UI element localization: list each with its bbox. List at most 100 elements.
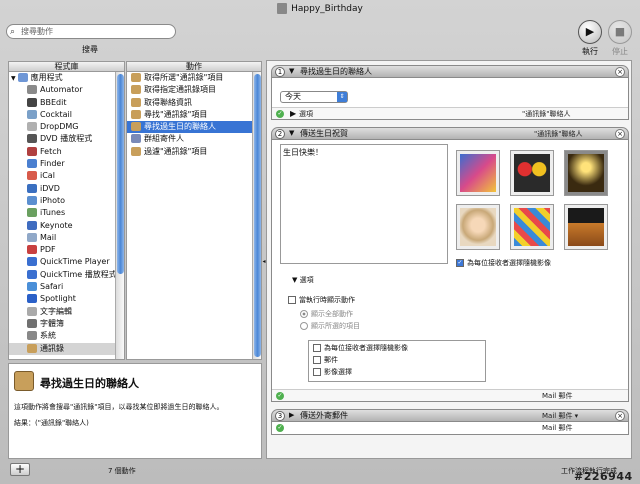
library-item-label: iTunes <box>40 208 66 218</box>
address-book-icon <box>131 73 141 82</box>
library-item[interactable]: Automator <box>9 84 124 96</box>
action-item[interactable]: 取得聯絡資訊 <box>127 97 261 109</box>
image-thumbnail[interactable] <box>456 204 500 250</box>
action-item[interactable]: 取得所選"通訊錄"項目 <box>127 72 261 84</box>
library-item-label: QuickTime 播放程式 <box>40 269 117 279</box>
library-list[interactable]: ▼ 應用程式 Automator BBEdit Cocktail DropDMG DVD 播… <box>8 71 125 360</box>
library-item[interactable]: iCal <box>9 170 124 182</box>
library-item[interactable]: ▼ 應用程式 <box>9 72 124 84</box>
library-item[interactable]: DVD 播放程式 <box>9 133 124 145</box>
balloons-image <box>514 154 550 192</box>
actions-scroll-thumb[interactable] <box>254 74 261 357</box>
action1-options-label[interactable]: 選項 <box>299 109 313 119</box>
close-icon[interactable]: × <box>615 129 625 139</box>
actions-scrollbar[interactable] <box>252 72 261 359</box>
stop-button[interactable]: ■ <box>608 20 632 44</box>
library-item[interactable]: BBEdit <box>9 97 124 109</box>
checkbox-checked-icon[interactable]: ✓ <box>456 259 464 267</box>
library-item[interactable]: 字體簿 <box>9 318 124 330</box>
collapse-triangle-icon[interactable]: ▶ <box>289 410 294 421</box>
actions-list[interactable]: 取得所選"通訊錄"項目 取得指定通訊錄項目取得聯絡資訊 尋找"通訊錄"項目 尋找過生日… <box>126 71 262 360</box>
collapse-triangle-icon[interactable]: ▼ <box>289 128 294 139</box>
close-icon[interactable]: × <box>615 411 625 421</box>
action-item-label: 取得指定通訊錄項目 <box>144 85 216 95</box>
action2-header[interactable]: 2 ▼ 傳送生日祝賀 "通訊錄"聯絡人 × <box>271 127 629 140</box>
search-icon: ⌕ <box>10 27 16 37</box>
option-items-list[interactable]: 為每位接收者選擇隨機影像 郵件 影像選擇 <box>308 340 486 382</box>
disclosure-triangle-icon[interactable]: ▼ <box>11 75 16 82</box>
library-item[interactable]: iDVD <box>9 183 124 195</box>
image-thumbnail[interactable] <box>510 150 554 196</box>
watermark: #226944 <box>574 470 633 483</box>
random-image-option[interactable]: ✓ 為每位接收者選擇隨機影像 <box>456 258 551 268</box>
address-book-icon <box>131 97 141 107</box>
action-item[interactable]: 尋找過生日的聯絡人 <box>127 121 261 134</box>
library-scroll-thumb[interactable] <box>117 74 124 274</box>
library-item[interactable]: QuickTime Player <box>9 256 124 268</box>
image-thumbnail[interactable] <box>564 204 608 250</box>
image-thumbnail[interactable] <box>456 150 500 196</box>
image-thumbnail[interactable] <box>564 150 608 196</box>
library-item[interactable]: iTunes <box>9 207 124 219</box>
keynote-icon <box>27 220 37 230</box>
option-item-label: 為每位接收者選擇隨機影像 <box>324 344 408 352</box>
description-title: 尋找過生日的聯絡人 <box>40 377 139 390</box>
iphoto-icon <box>27 195 37 205</box>
library-item[interactable]: Finder <box>9 158 124 170</box>
library-scrollbar[interactable] <box>115 72 124 359</box>
action-item[interactable]: 尋找"通訊錄"項目 <box>127 109 261 121</box>
library-item[interactable]: 文字編輯 <box>9 306 124 318</box>
show-when-run-option[interactable]: 當執行時顯示動作 <box>288 295 355 305</box>
date-select[interactable]: 今天 ⇕ <box>280 91 348 103</box>
action3-header[interactable]: 3 ▶ 傳送外寄郵件 Mail 郵件 ▾ × <box>271 409 629 422</box>
action-item[interactable]: 群組寄件人 <box>127 133 261 145</box>
date-select-value: 今天 <box>285 92 301 101</box>
disclosure-triangle-icon[interactable]: ▶ <box>290 109 296 118</box>
options-disclosure[interactable]: ▼ 選項 <box>292 275 314 285</box>
fetch-icon <box>27 146 37 156</box>
library-item-label: Safari <box>40 282 64 292</box>
library-item[interactable]: Cocktail <box>9 109 124 121</box>
checkbox-icon[interactable] <box>288 296 296 304</box>
show-all-option[interactable]: 顯示全部動作 <box>300 309 353 319</box>
library-item[interactable]: PDF <box>9 244 124 256</box>
action-item[interactable]: 過濾"通訊錄"項目 <box>127 146 261 158</box>
library-item[interactable]: iPhoto <box>9 195 124 207</box>
action-item[interactable]: 取得指定通訊錄項目 <box>127 84 261 96</box>
library-item-label: Mail <box>40 232 57 242</box>
run-button[interactable]: ▶ <box>578 20 602 44</box>
radio-selected-icon[interactable] <box>300 310 308 318</box>
option-item[interactable]: 為每位接收者選擇隨機影像 <box>313 343 408 353</box>
ical-icon <box>27 171 37 181</box>
close-icon[interactable]: × <box>615 67 625 77</box>
library-item[interactable]: Spotlight <box>9 293 124 305</box>
search-input[interactable]: ⌕ 搜尋動作 <box>6 24 176 39</box>
library-item[interactable]: QuickTime 播放程式 <box>9 269 124 281</box>
itunes-icon <box>27 208 37 218</box>
library-item[interactable]: Mail <box>9 232 124 244</box>
address-book-icon <box>131 146 141 156</box>
library-item[interactable]: Safari <box>9 281 124 293</box>
library-item[interactable]: 通訊錄 <box>9 342 124 355</box>
option-item[interactable]: 郵件 <box>313 355 338 365</box>
library-item[interactable]: Keynote <box>9 220 124 232</box>
checkbox-icon[interactable] <box>313 344 321 352</box>
radio-icon[interactable] <box>300 322 308 330</box>
option-item[interactable]: 影像選擇 <box>313 367 352 377</box>
image-thumbnail[interactable] <box>510 204 554 250</box>
action2-footer: ✓ Mail 郵件 <box>272 389 628 401</box>
checkbox-icon[interactable] <box>313 368 321 376</box>
collapse-triangle-icon[interactable]: ▼ <box>289 66 294 77</box>
show-selected-option[interactable]: 顯示所選的項目 <box>300 321 360 331</box>
address-book-icon <box>14 371 34 391</box>
disclosure-triangle-icon[interactable]: ▼ <box>292 276 297 284</box>
document-icon <box>277 3 288 14</box>
library-item[interactable]: DropDMG <box>9 121 124 133</box>
check-icon: ✓ <box>276 424 284 432</box>
action1-header[interactable]: 1 ▼ 尋找過生日的聯絡人 × <box>271 65 629 78</box>
add-button[interactable]: + <box>10 463 30 476</box>
checkbox-icon[interactable] <box>313 356 321 364</box>
message-text-area[interactable]: 生日快樂！ <box>280 144 448 264</box>
library-item[interactable]: Fetch <box>9 146 124 158</box>
library-item[interactable]: 系統 <box>9 330 124 342</box>
